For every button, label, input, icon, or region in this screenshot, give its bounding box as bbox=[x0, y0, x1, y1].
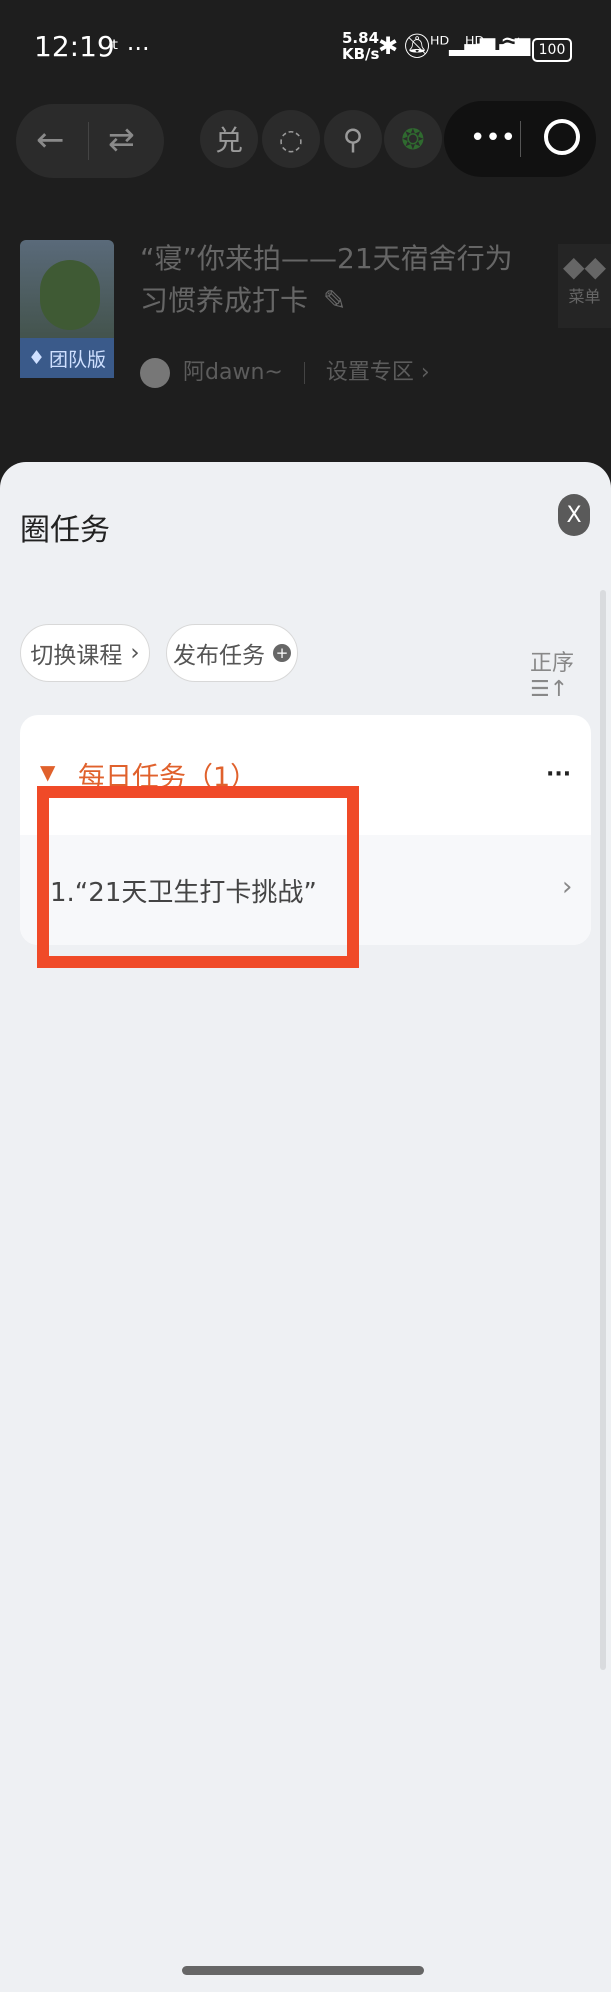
diamond-icon: ♦ bbox=[27, 347, 46, 369]
switch-course-label: 切换课程 bbox=[30, 643, 123, 669]
network-speed: 5.84 KB/s bbox=[342, 29, 380, 63]
exchange-button[interactable]: 兑 bbox=[200, 110, 258, 168]
owner-name: 阿dawn~ bbox=[183, 360, 283, 385]
sort-label: 正序 bbox=[530, 651, 575, 676]
close-button[interactable]: X bbox=[558, 494, 590, 536]
team-badge: ♦ 团队版 bbox=[20, 338, 114, 378]
circle-title: “寝”你来拍——21天宿舍行为习惯养成打卡 ✎ bbox=[140, 238, 540, 322]
sort-toggle[interactable]: 正序 ☰↑ bbox=[530, 645, 611, 702]
nav-divider bbox=[88, 122, 89, 160]
menu-grid-icon: ◆◆ bbox=[562, 250, 607, 283]
mute-bell-icon: 🔕︎ bbox=[402, 32, 433, 60]
switch-icon[interactable]: ⇄ bbox=[108, 120, 135, 158]
status-bar: 12:19 ᵗ ··· 5.84 KB/s ✱ 🔕︎ ᴴᴰ▂▄▆ ᴴᴰ▂▄▆ ≋… bbox=[0, 0, 611, 100]
close-icon: X bbox=[566, 502, 582, 528]
wechat-icon[interactable]: ❂ bbox=[384, 110, 442, 168]
chevron-right-icon: › bbox=[562, 872, 573, 902]
zone-link[interactable]: 设置专区 bbox=[326, 360, 414, 385]
status-time: 12:19 bbox=[34, 30, 115, 63]
search-icon[interactable]: ⚲ bbox=[324, 110, 382, 168]
owner-row: 阿dawn~ 设置专区 › bbox=[140, 354, 430, 388]
back-icon[interactable]: ← bbox=[36, 120, 65, 160]
menu-label: 菜单 bbox=[568, 287, 601, 306]
edit-icon[interactable]: ✎ bbox=[323, 284, 346, 317]
home-indicator[interactable] bbox=[182, 1966, 424, 1975]
group-more-button[interactable]: ··· bbox=[546, 762, 571, 787]
close-program-icon[interactable] bbox=[544, 119, 580, 155]
highlight-box bbox=[37, 786, 359, 968]
switch-course-button[interactable]: 切换课程 › bbox=[20, 624, 150, 682]
bluetooth-icon: ✱ bbox=[378, 32, 399, 60]
task-sheet bbox=[0, 462, 611, 1992]
chat-icon[interactable]: ◌ bbox=[262, 110, 320, 168]
more-dots-icon: ᵗ ··· bbox=[112, 35, 150, 63]
cover-tree bbox=[40, 260, 100, 330]
publish-task-label: 发布任务 bbox=[173, 643, 265, 669]
mini-program-capsule: ••• bbox=[444, 101, 596, 177]
sheet-title: 圈任务 bbox=[20, 513, 110, 548]
owner-divider bbox=[303, 362, 305, 384]
chevron-right-icon: › bbox=[130, 640, 140, 666]
battery-icon: 100 bbox=[532, 38, 572, 62]
plus-circle-icon: + bbox=[273, 644, 291, 662]
more-menu-icon[interactable]: ••• bbox=[470, 123, 516, 153]
scrollbar[interactable] bbox=[600, 590, 606, 1670]
wifi-icon: ≋ bbox=[500, 30, 522, 60]
menu-button[interactable]: ◆◆ 菜单 bbox=[558, 244, 611, 328]
publish-task-button[interactable]: 发布任务 + bbox=[166, 624, 298, 682]
avatar bbox=[140, 358, 170, 388]
collapse-triangle-icon[interactable]: ▼ bbox=[40, 760, 55, 784]
exchange-label: 兑 bbox=[214, 124, 243, 157]
team-badge-label: 团队版 bbox=[49, 348, 107, 371]
chevron-right-icon: › bbox=[420, 360, 430, 385]
battery-level: 100 bbox=[538, 42, 566, 58]
nav-pill: ← ⇄ bbox=[16, 104, 164, 178]
capsule-divider bbox=[520, 121, 521, 157]
sort-order-icon: ☰↑ bbox=[530, 677, 569, 702]
